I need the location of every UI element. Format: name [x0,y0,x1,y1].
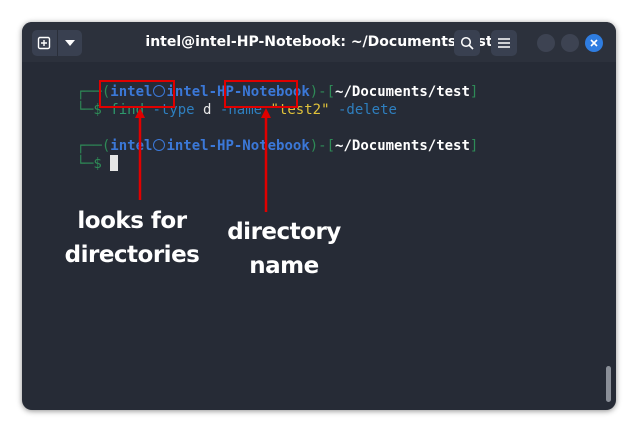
annotation-line: looks for [77,208,187,234]
annotation-looks-for-directories: looks for directories [62,204,202,272]
annotation-line: directories [64,242,200,268]
annotation-directory-name: directory name [214,215,354,283]
annotation-line: name [249,253,319,279]
annotation-line: directory [227,219,341,245]
